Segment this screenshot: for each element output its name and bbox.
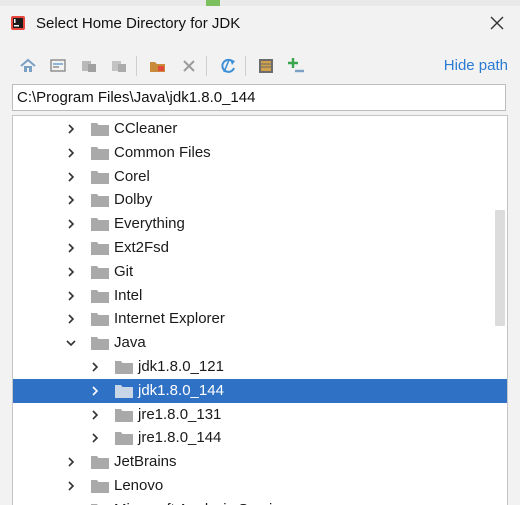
toolbar-separator bbox=[136, 56, 137, 76]
folder-icon bbox=[115, 361, 133, 374]
show-hidden-icon bbox=[259, 59, 273, 73]
refresh-icon bbox=[221, 58, 235, 73]
tree-item[interactable]: jdk1.8.0_144 bbox=[13, 378, 507, 403]
chevron-right-icon[interactable] bbox=[65, 456, 77, 468]
tree-scrollbar-thumb[interactable] bbox=[495, 210, 505, 326]
chevron-right-icon[interactable] bbox=[89, 432, 101, 444]
intellij-app-icon bbox=[11, 16, 25, 30]
chevron-right-icon[interactable] bbox=[65, 218, 77, 230]
chevron-down-icon[interactable] bbox=[65, 337, 77, 349]
folder-icon bbox=[115, 384, 133, 398]
close-icon bbox=[490, 16, 504, 30]
tree-item[interactable]: Everything bbox=[13, 212, 507, 236]
delete-button[interactable] bbox=[178, 55, 200, 77]
module-icon bbox=[112, 61, 126, 72]
close-button[interactable] bbox=[484, 10, 510, 36]
chevron-right-icon[interactable] bbox=[65, 194, 77, 206]
tree-item-label: Common Files bbox=[114, 143, 211, 161]
show-hidden-button[interactable] bbox=[255, 55, 277, 77]
tree-item[interactable]: Git bbox=[13, 260, 507, 284]
refresh-button[interactable] bbox=[217, 55, 239, 77]
project-icon bbox=[82, 61, 96, 72]
toolbar: Hide path bbox=[0, 50, 520, 82]
path-input[interactable] bbox=[12, 84, 506, 111]
chevron-right-icon[interactable] bbox=[89, 385, 101, 397]
tree-item-label: Microsoft Analysis Services bbox=[114, 501, 296, 505]
new-folder-button[interactable] bbox=[147, 55, 169, 77]
tree-item[interactable]: CCleaner bbox=[13, 117, 507, 141]
tree-item[interactable]: JetBrains bbox=[13, 450, 507, 474]
tree-item-label: Dolby bbox=[114, 191, 153, 209]
folder-icon bbox=[91, 170, 109, 184]
tree-item-label: jdk1.8.0_121 bbox=[138, 358, 224, 375]
toolbar-separator bbox=[245, 56, 246, 76]
delete-icon bbox=[183, 60, 195, 72]
folder-icon bbox=[91, 194, 109, 208]
tree-item[interactable]: jdk1.8.0_121 bbox=[13, 355, 507, 379]
toolbar-separator bbox=[206, 56, 207, 76]
tree-item-label: JetBrains bbox=[114, 453, 177, 471]
chevron-right-icon[interactable] bbox=[65, 290, 77, 302]
chevron-right-icon[interactable] bbox=[65, 480, 77, 492]
tree-item-label: Ext2Fsd bbox=[114, 239, 170, 256]
folder-icon bbox=[91, 289, 109, 303]
tree-item-label: Intel bbox=[114, 286, 143, 304]
chevron-right-icon[interactable] bbox=[65, 242, 77, 254]
folder-icon bbox=[91, 123, 109, 136]
home-button[interactable] bbox=[17, 55, 39, 77]
folder-icon bbox=[91, 146, 109, 160]
chevron-right-icon[interactable] bbox=[65, 266, 77, 278]
desktop-icon bbox=[50, 59, 66, 72]
tree-item-label: Internet Explorer bbox=[114, 310, 225, 328]
module-button[interactable] bbox=[108, 55, 130, 77]
tree-item-label: jre1.8.0_131 bbox=[138, 405, 222, 423]
folder-icon bbox=[91, 456, 109, 470]
chevron-right-icon[interactable] bbox=[89, 409, 101, 421]
tree-item[interactable]: Lenovo bbox=[13, 474, 507, 498]
folder-icon bbox=[91, 242, 109, 255]
tree-item[interactable]: jre1.8.0_131 bbox=[13, 403, 507, 427]
tree-item[interactable]: Corel bbox=[13, 165, 507, 189]
tree-item[interactable]: jre1.8.0_144 bbox=[13, 426, 507, 450]
tree-item-label: jdk1.8.0_144 bbox=[138, 381, 224, 399]
desktop-button[interactable] bbox=[47, 55, 69, 77]
project-button[interactable] bbox=[78, 55, 100, 77]
folder-icon bbox=[91, 313, 109, 327]
home-icon bbox=[20, 58, 36, 72]
folder-icon bbox=[115, 432, 133, 446]
chevron-right-icon[interactable] bbox=[65, 123, 77, 135]
folder-icon bbox=[91, 337, 109, 351]
chevron-right-icon[interactable] bbox=[65, 171, 77, 183]
tree-item[interactable]: Internet Explorer bbox=[13, 307, 507, 331]
dialog-title: Select Home Directory for JDK bbox=[36, 14, 241, 32]
title-bar: Select Home Directory for JDK bbox=[0, 6, 520, 40]
new-folder-icon bbox=[150, 62, 165, 72]
tree-item-label: Java bbox=[114, 334, 146, 352]
chevron-right-icon[interactable] bbox=[65, 147, 77, 159]
tree-item-label: jre1.8.0_144 bbox=[138, 429, 222, 447]
directory-tree[interactable]: CCleaner Common Files Corel Dolby Everything… bbox=[12, 115, 508, 505]
hide-path-link[interactable]: Hide path bbox=[444, 57, 508, 74]
tree-item-label: Git bbox=[114, 262, 134, 280]
folder-icon bbox=[115, 408, 133, 422]
tree-item-label: Everything bbox=[114, 215, 185, 233]
tree-item[interactable]: Java bbox=[13, 331, 507, 355]
tree-item[interactable]: Dolby bbox=[13, 188, 507, 212]
tree-item-label: CCleaner bbox=[114, 120, 178, 137]
tree-item[interactable]: Ext2Fsd bbox=[13, 236, 507, 260]
tree-item[interactable]: Microsoft Analysis Services bbox=[13, 498, 507, 505]
chevron-right-icon[interactable] bbox=[89, 361, 101, 373]
tree-item-label: Lenovo bbox=[114, 477, 164, 494]
folder-icon bbox=[91, 218, 109, 232]
add-button[interactable] bbox=[285, 55, 307, 77]
folder-icon bbox=[91, 480, 109, 493]
folder-icon bbox=[91, 265, 109, 279]
chevron-right-icon[interactable] bbox=[65, 313, 77, 325]
tree-item[interactable]: Common Files bbox=[13, 141, 507, 165]
tree-item[interactable]: Intel bbox=[13, 284, 507, 308]
add-icon bbox=[288, 58, 304, 73]
tree-item-label: Corel bbox=[114, 167, 150, 185]
